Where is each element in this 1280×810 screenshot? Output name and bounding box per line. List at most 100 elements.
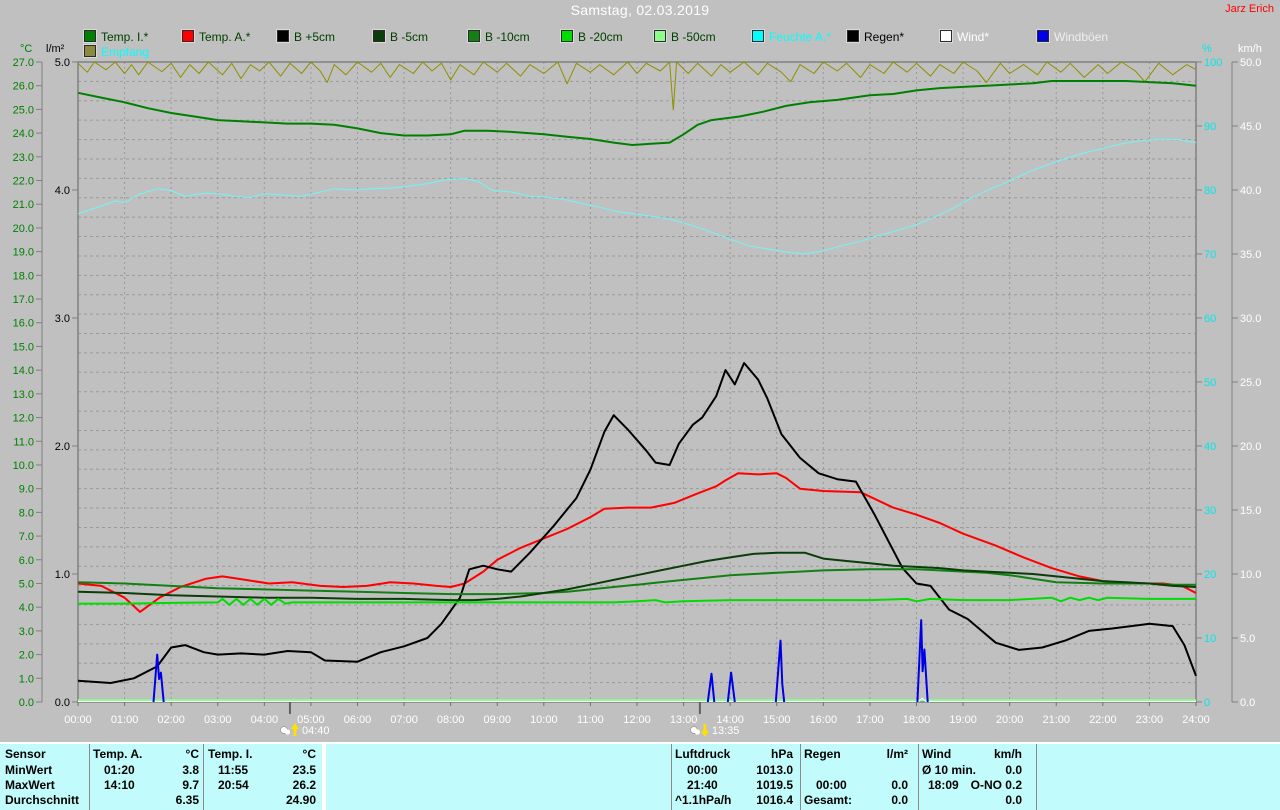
svg-text:14.0: 14.0 [13,365,34,377]
legend-swatch-b-20cm [561,30,573,42]
table-group-unit: km/h [994,747,1022,761]
table-separator [800,744,801,810]
table-white-band [322,744,326,810]
legend-label: B +5cm [294,30,335,44]
svg-text:5.0: 5.0 [19,578,34,590]
svg-text:4.0: 4.0 [19,602,34,614]
svg-text:15.0: 15.0 [13,341,34,353]
svg-text:01:00: 01:00 [111,714,139,726]
y-axis-kmh: 0.05.010.015.020.025.030.035.040.045.050… [1232,43,1262,709]
svg-text:45.0: 45.0 [1240,121,1261,133]
legend-label: Wind* [957,30,989,44]
svg-text:40.0: 40.0 [1240,185,1261,197]
table-value: 24.90 [286,793,316,807]
svg-text:13.0: 13.0 [13,389,34,401]
table-separator [89,744,90,810]
legend-swatch-b-5cm [277,30,289,42]
table-value-time: Ø 10 min. [922,763,976,777]
svg-text:4.0: 4.0 [55,185,70,197]
svg-text:03:00: 03:00 [204,714,232,726]
svg-text:18:00: 18:00 [903,714,931,726]
table-separator [671,744,672,810]
legend-item-wind: Wind* [940,28,989,42]
legend-swatch-temp-a [182,30,194,42]
stats-table: SensorMinWertMaxWertDurchschnittTemp. A.… [0,744,1280,810]
svg-text:80: 80 [1204,185,1216,197]
svg-text:10: 10 [1204,633,1216,645]
svg-text:23.0: 23.0 [13,152,34,164]
svg-text:20: 20 [1204,569,1216,581]
legend-label: Windböen [1054,30,1108,44]
svg-text:7.0: 7.0 [19,531,34,543]
svg-text:16.0: 16.0 [13,318,34,330]
table-value-time: 11:55 [218,763,248,777]
table-value-time: 00:00 [687,763,718,777]
svg-text:11.0: 11.0 [13,436,34,448]
legend-swatch-feuchte-a [752,30,764,42]
svg-text:70: 70 [1204,249,1216,261]
legend-item-temp-a: Temp. A.* [182,28,250,42]
legend-item-feuchte-a: Feuchte A.* [752,28,831,42]
table-group-name: Temp. A. [93,747,142,761]
page-title: Samstag, 02.03.2019 [0,2,1280,18]
table-value: 9.7 [182,778,199,792]
table-value: 6.35 [176,793,199,807]
table-value-time: Gesamt: [804,793,852,807]
table-group-unit: l/m² [887,747,908,761]
svg-text:19:00: 19:00 [949,714,977,726]
svg-text:17.0: 17.0 [13,294,34,306]
svg-text:15:00: 15:00 [763,714,791,726]
svg-text:04:00: 04:00 [251,714,279,726]
svg-text:18.0: 18.0 [13,270,34,282]
svg-text:0: 0 [1204,697,1210,709]
table-group-unit: °C [303,747,316,761]
legend-swatch-regen [847,30,859,42]
svg-text:0.0: 0.0 [1240,697,1255,709]
table-row-label: Durchschnitt [5,793,79,807]
svg-text:15.0: 15.0 [1240,505,1261,517]
legend-item-temp-i: Temp. I.* [84,28,148,42]
table-value: 1013.0 [756,763,793,777]
svg-text:50: 50 [1204,377,1216,389]
svg-text:1.0: 1.0 [19,673,34,685]
svg-text:25.0: 25.0 [13,104,34,116]
legend-label: Feuchte A.* [769,30,831,44]
svg-text:00:00: 00:00 [64,714,92,726]
svg-text:10.0: 10.0 [1240,569,1261,581]
y-axis-lm2: 0.01.02.03.04.05.0l/m² [46,43,78,709]
series-windb-en [154,620,928,702]
legend-item-b-20cm: B -20cm [561,28,623,42]
table-separator [1036,744,1037,810]
legend-item-b-5cm: B -5cm [373,28,428,42]
legend-item-windb-en: Windböen [1037,28,1108,42]
table-value: 0.0 [1005,793,1022,807]
gridlines [78,62,1196,702]
chart: 0.01.02.03.04.05.06.07.08.09.010.011.012… [0,0,1280,742]
table-value: 1019.5 [756,778,793,792]
svg-text:1.0: 1.0 [55,569,70,581]
table-group-name: Luftdruck [675,747,730,761]
table-separator [203,744,204,810]
table-value-time: 20:54 [218,778,249,792]
svg-text:09:00: 09:00 [483,714,511,726]
svg-text:02:00: 02:00 [157,714,185,726]
svg-text:20.0: 20.0 [1240,441,1261,453]
legend-swatch-b-10cm [468,30,480,42]
legend-swatch-windb-en [1037,30,1049,42]
table-row-label: MinWert [5,763,52,777]
table-value: O-NO 0.2 [971,778,1022,792]
marker-time-label: 04:40 [302,725,330,737]
svg-text:19.0: 19.0 [13,247,34,259]
legend-item-b-50cm: B -50cm [654,28,716,42]
table-row-label: Sensor [5,747,46,761]
table-value-time: 01:20 [104,763,135,777]
table-group-name: Regen [804,747,841,761]
legend-item-b-5cm: B +5cm [277,28,335,42]
svg-text:12:00: 12:00 [623,714,651,726]
svg-text:06:00: 06:00 [344,714,372,726]
table-group-name: Temp. I. [208,747,252,761]
legend-swatch-wind [940,30,952,42]
table-value: 23.5 [293,763,316,777]
svg-text:2.0: 2.0 [19,650,34,662]
svg-text:22.0: 22.0 [13,176,34,188]
